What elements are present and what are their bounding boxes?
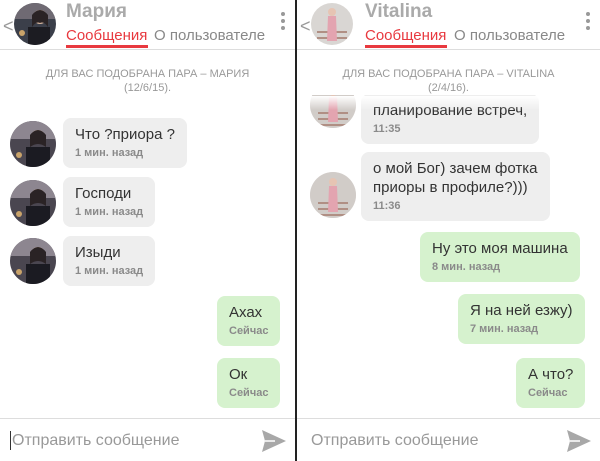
- message-time: 1 мин. назад: [75, 147, 144, 159]
- avatar[interactable]: [10, 121, 56, 167]
- tab-messages[interactable]: Сообщения: [66, 27, 147, 44]
- match-notice-date: (2/4/16).: [428, 82, 469, 94]
- avatar[interactable]: [10, 180, 56, 226]
- message-bubble: А что? Сейчас: [516, 358, 586, 408]
- message-input[interactable]: Отправить сообщение: [311, 432, 478, 450]
- message-text: Я на ней езжу): [470, 302, 573, 319]
- contact-name: Мария: [66, 1, 127, 22]
- message-text: Что ?приора ?: [75, 126, 175, 143]
- send-icon[interactable]: [566, 429, 592, 453]
- more-vertical-icon[interactable]: [586, 12, 590, 32]
- message-composer: Отправить сообщение: [0, 418, 295, 461]
- back-chevron-icon[interactable]: <: [300, 17, 311, 35]
- tab-profile[interactable]: О пользователе: [154, 27, 265, 44]
- message-bubble: Я на ней езжу) 7 мин. назад: [458, 294, 585, 344]
- message-text: Ну это моя машина: [432, 240, 568, 257]
- message-text-line2: приоры в профиле?))): [373, 179, 528, 196]
- message-time: 8 мин. назад: [432, 261, 501, 273]
- message-text: Ахах: [229, 304, 263, 321]
- active-tab-indicator: [66, 45, 148, 48]
- tab-messages[interactable]: Сообщения: [365, 27, 446, 44]
- message-time: 1 мин. назад: [75, 206, 144, 218]
- message-text: Изыди: [75, 244, 121, 261]
- match-notice: ДЛЯ ВАС ПОДОБРАНА ПАРА – VITALINA (2/4/1…: [307, 67, 590, 95]
- message-text: А что?: [528, 366, 574, 383]
- tab-profile[interactable]: О пользователе: [454, 27, 565, 44]
- message-bubble: Что ?приора ? 1 мин. назад: [63, 118, 187, 168]
- avatar[interactable]: [310, 172, 356, 218]
- contact-name: Vitalina: [365, 1, 433, 22]
- send-icon[interactable]: [261, 429, 287, 453]
- message-bubble: Изыди 1 мин. назад: [63, 236, 156, 286]
- more-vertical-icon[interactable]: [281, 12, 285, 32]
- message-bubble: Ну это моя машина 8 мин. назад: [420, 232, 580, 282]
- avatar[interactable]: [14, 3, 56, 45]
- back-chevron-icon[interactable]: <: [3, 17, 14, 35]
- message-time: Сейчас: [528, 387, 568, 399]
- message-text: о мой Бог) зачем фотка: [373, 160, 538, 177]
- message-input[interactable]: Отправить сообщение: [12, 432, 179, 450]
- message-time: 11:35: [373, 123, 401, 135]
- match-notice-title: ДЛЯ ВАС ПОДОБРАНА ПАРА – МАРИЯ: [45, 68, 250, 80]
- active-tab-indicator: [365, 45, 447, 48]
- message-time: 7 мин. назад: [470, 323, 539, 335]
- message-time: 11:36: [373, 200, 401, 212]
- chat-panel-vitalina: планирование встреч, 11:35 о мой Бог) за…: [297, 0, 600, 461]
- message-time: 1 мин. назад: [75, 265, 144, 277]
- avatar[interactable]: [311, 3, 353, 45]
- message-bubble: Ок Сейчас: [217, 358, 281, 408]
- message-text: Ок: [229, 366, 248, 383]
- chat-header: < Vitalina Сообщения О пользователе: [297, 0, 600, 50]
- message-time: Сейчас: [229, 387, 269, 399]
- message-bubble: Господи 1 мин. назад: [63, 177, 156, 227]
- message-bubble: Ахах Сейчас: [217, 296, 281, 346]
- scroll-fade: [297, 96, 600, 110]
- message-composer: Отправить сообщение: [297, 418, 600, 461]
- match-notice-title: ДЛЯ ВАС ПОДОБРАНА ПАРА – VITALINA: [342, 68, 555, 80]
- chat-panel-maria: < Мария Сообщения О пользователе ДЛЯ ВАС…: [0, 0, 295, 461]
- message-text: Господи: [75, 185, 132, 202]
- match-notice: ДЛЯ ВАС ПОДОБРАНА ПАРА – МАРИЯ (12/6/15)…: [10, 67, 285, 95]
- text-caret: [10, 431, 11, 450]
- avatar[interactable]: [10, 238, 56, 284]
- message-bubble: о мой Бог) зачем фотка приоры в профиле?…: [361, 152, 550, 221]
- chat-header: < Мария Сообщения О пользователе: [0, 0, 295, 50]
- message-time: Сейчас: [229, 325, 269, 337]
- match-notice-date: (12/6/15).: [123, 82, 172, 94]
